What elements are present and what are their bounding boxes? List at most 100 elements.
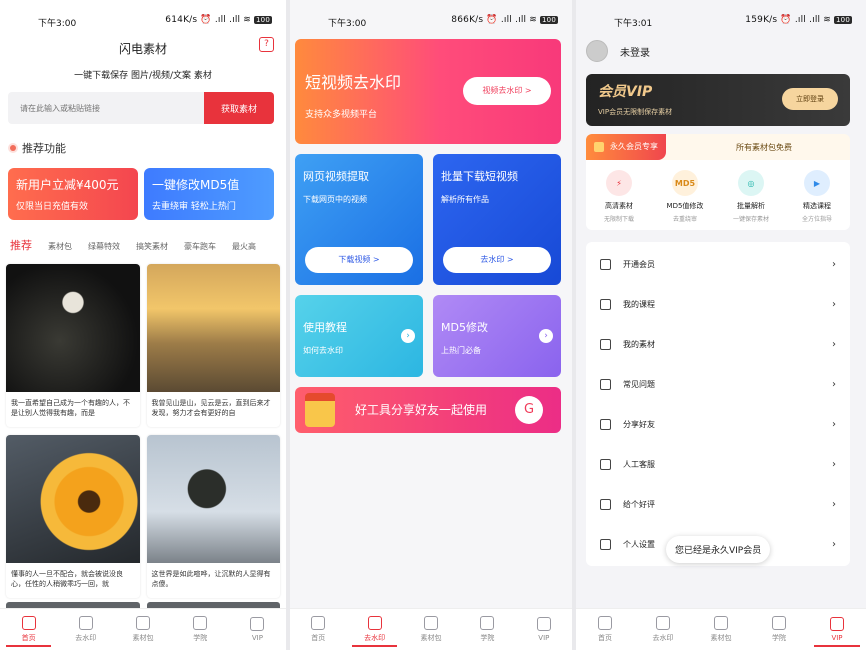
- feature-batch[interactable]: ◎ 批量解析 一键保存素材: [718, 160, 784, 230]
- menu-open-vip[interactable]: 开通会员 ›: [586, 244, 850, 284]
- tab-bar: 首页 去水印 素材包 学院 VIP: [0, 608, 286, 650]
- tab-watermark[interactable]: 去水印: [346, 609, 402, 650]
- promo-title: 一键修改MD5值: [152, 178, 240, 192]
- feature-course[interactable]: ▶ 精选课程 全方位指导: [784, 160, 850, 230]
- card-image: [146, 264, 280, 392]
- share-text: 好工具分享好友一起使用: [355, 403, 488, 417]
- status-net: 159K/s ⏰ .ıll .ıll ≋ 100: [745, 15, 852, 25]
- folder-icon: [424, 616, 439, 630]
- menu-my-courses[interactable]: 我的课程 ›: [586, 284, 850, 324]
- menu-share[interactable]: 分享好友 ›: [586, 404, 850, 444]
- graduation-cap-icon: [480, 616, 495, 630]
- tab-vip[interactable]: VIP: [229, 609, 286, 650]
- material-card[interactable]: 我一直希望自己成为一个有趣的人，不是让别人觉得我有趣，而是: [6, 264, 140, 427]
- new-user-promo[interactable]: 新用户立减¥400元 仅限当日充值有效: [8, 168, 138, 220]
- help-icon[interactable]: ?: [259, 37, 274, 52]
- material-card[interactable]: 我曾见山是山，见云是云，直到后来才发现，努力才会有更好的自: [146, 264, 280, 427]
- arrow-right-icon: ›: [539, 329, 553, 343]
- menu-support[interactable]: 人工客服 ›: [586, 444, 850, 484]
- status-net: 614K/s ⏰ .ıll .ıll ≋ 100: [165, 15, 272, 25]
- login-status: 未登录: [620, 47, 650, 59]
- category-tabs: 推荐 素材包 绿幕特效 搞笑素材 豪车跑车 最火高: [10, 237, 286, 253]
- promo-sub: 仅限当日充值有效: [16, 202, 89, 212]
- course-icon: [600, 298, 611, 310]
- category-tab[interactable]: 素材包: [48, 241, 72, 252]
- tab-packs[interactable]: 素材包: [114, 609, 171, 650]
- batch-watermark-button[interactable]: 去水印 >: [443, 247, 551, 273]
- chevron-right-icon: ›: [832, 538, 836, 550]
- tab-packs[interactable]: 素材包: [403, 609, 459, 650]
- feature-md5[interactable]: MD5 MD5值修改 去重绕审: [652, 160, 718, 230]
- watermark-screen: 下午3:00 866K/s ⏰ .ıll .ıll ≋ 100 短视频去水印 支持…: [290, 0, 572, 650]
- status-bar: 下午3:00 866K/s ⏰ .ıll .ıll ≋ 100: [290, 0, 572, 36]
- md5-card[interactable]: MD5修改 上热门必备 ›: [433, 295, 561, 377]
- tab-packs[interactable]: 素材包: [692, 609, 750, 650]
- category-tab[interactable]: 最火高: [232, 241, 256, 252]
- tab-vip[interactable]: VIP: [516, 609, 572, 650]
- link-input[interactable]: [8, 92, 204, 124]
- material-card[interactable]: 这世界是如此喧哗，让沉默的人显得有点傻。: [146, 435, 280, 598]
- tab-home[interactable]: 首页: [576, 609, 634, 650]
- settings-icon: [600, 538, 611, 550]
- menu-my-materials[interactable]: 我的素材 ›: [586, 324, 850, 364]
- eraser-icon: [78, 616, 93, 630]
- status-time: 下午3:00: [38, 19, 77, 29]
- banner-sub: 支持众多视频平台: [305, 110, 378, 120]
- arrow-right-icon: ›: [401, 329, 415, 343]
- fetch-button[interactable]: 获取素材: [204, 92, 274, 124]
- tab-home[interactable]: 首页: [0, 609, 57, 650]
- tab-academy[interactable]: 学院: [459, 609, 515, 650]
- vip-toast: 您已经是永久VIP会员: [666, 536, 771, 563]
- tab-academy[interactable]: 学院: [172, 609, 229, 650]
- chevron-right-icon: ›: [832, 498, 836, 510]
- eraser-icon: [367, 616, 382, 630]
- tab-home[interactable]: 首页: [290, 609, 346, 650]
- status-time: 下午3:01: [614, 19, 653, 29]
- graduation-cap-icon: [772, 616, 786, 630]
- gift-icon: [305, 393, 335, 427]
- share-banner[interactable]: 好工具分享好友一起使用 G: [295, 387, 561, 433]
- status-bar: 下午3:01 159K/s ⏰ .ıll .ıll ≋ 100: [576, 0, 866, 36]
- category-tab[interactable]: 推荐: [10, 237, 32, 253]
- share-logo-icon: G: [515, 396, 543, 424]
- material-card[interactable]: 懂事的人一旦不配合，就会被说没良心，任性的人稍微乖巧一回，就: [6, 435, 140, 598]
- home-icon: [598, 616, 612, 630]
- category-tab[interactable]: 搞笑素材: [136, 241, 168, 252]
- feature-hd[interactable]: ⚡ 高清素材 无限制下载: [586, 160, 652, 230]
- tutorial-card[interactable]: 使用教程 如何去水印 ›: [295, 295, 423, 377]
- chevron-right-icon: ›: [832, 258, 836, 270]
- md5-promo[interactable]: 一键修改MD5值 去重绕审 轻松上热门: [144, 168, 274, 220]
- tab-watermark[interactable]: 去水印: [57, 609, 114, 650]
- status-net: 866K/s ⏰ .ıll .ıll ≋ 100: [451, 15, 558, 25]
- batch-download-card: 批量下载短视频 解析所有作品 去水印 >: [433, 154, 561, 285]
- tab-academy[interactable]: 学院: [750, 609, 808, 650]
- tab-watermark[interactable]: 去水印: [634, 609, 692, 650]
- promo-title: 新用户立减¥400元: [16, 178, 119, 192]
- menu-rate[interactable]: 给个好评 ›: [586, 484, 850, 524]
- vip-card: 会员VIP VIP会员无限制保存素材 立即登录: [586, 74, 850, 126]
- chevron-right-icon: ›: [832, 418, 836, 430]
- diamond-icon: [250, 617, 265, 631]
- card-sub: 如何去水印: [303, 346, 343, 355]
- category-tab[interactable]: 豪车跑车: [184, 241, 216, 252]
- settings-menu: 开通会员 › 我的课程 › 我的素材 › 常见问题 › 分享好友 › 人工客服 › 给个好评…: [586, 242, 850, 566]
- promo-sub: 去重绕审 轻松上热门: [152, 202, 236, 212]
- remove-watermark-button[interactable]: 视频去水印 >: [463, 77, 551, 105]
- user-header[interactable]: 未登录: [586, 40, 866, 62]
- menu-faq[interactable]: 常见问题 ›: [586, 364, 850, 404]
- chevron-right-icon: ›: [832, 298, 836, 310]
- chevron-right-icon: ›: [832, 338, 836, 350]
- card-image: [6, 435, 140, 563]
- vip-screen: 下午3:01 159K/s ⏰ .ıll .ıll ≋ 100 未登录 会员VIP…: [576, 0, 866, 650]
- login-button[interactable]: 立即登录: [782, 88, 838, 110]
- category-tab[interactable]: 绿幕特效: [88, 241, 120, 252]
- eraser-icon: [656, 616, 670, 630]
- permanent-note: 所有素材包免费: [736, 142, 792, 152]
- folder-icon: [600, 338, 611, 350]
- graduation-cap-icon: [193, 616, 208, 630]
- question-icon: [600, 378, 611, 390]
- tab-vip[interactable]: VIP: [808, 609, 866, 650]
- avatar[interactable]: [586, 40, 608, 62]
- card-sub: 上热门必备: [441, 346, 481, 355]
- download-video-button[interactable]: 下载视频 >: [305, 247, 413, 273]
